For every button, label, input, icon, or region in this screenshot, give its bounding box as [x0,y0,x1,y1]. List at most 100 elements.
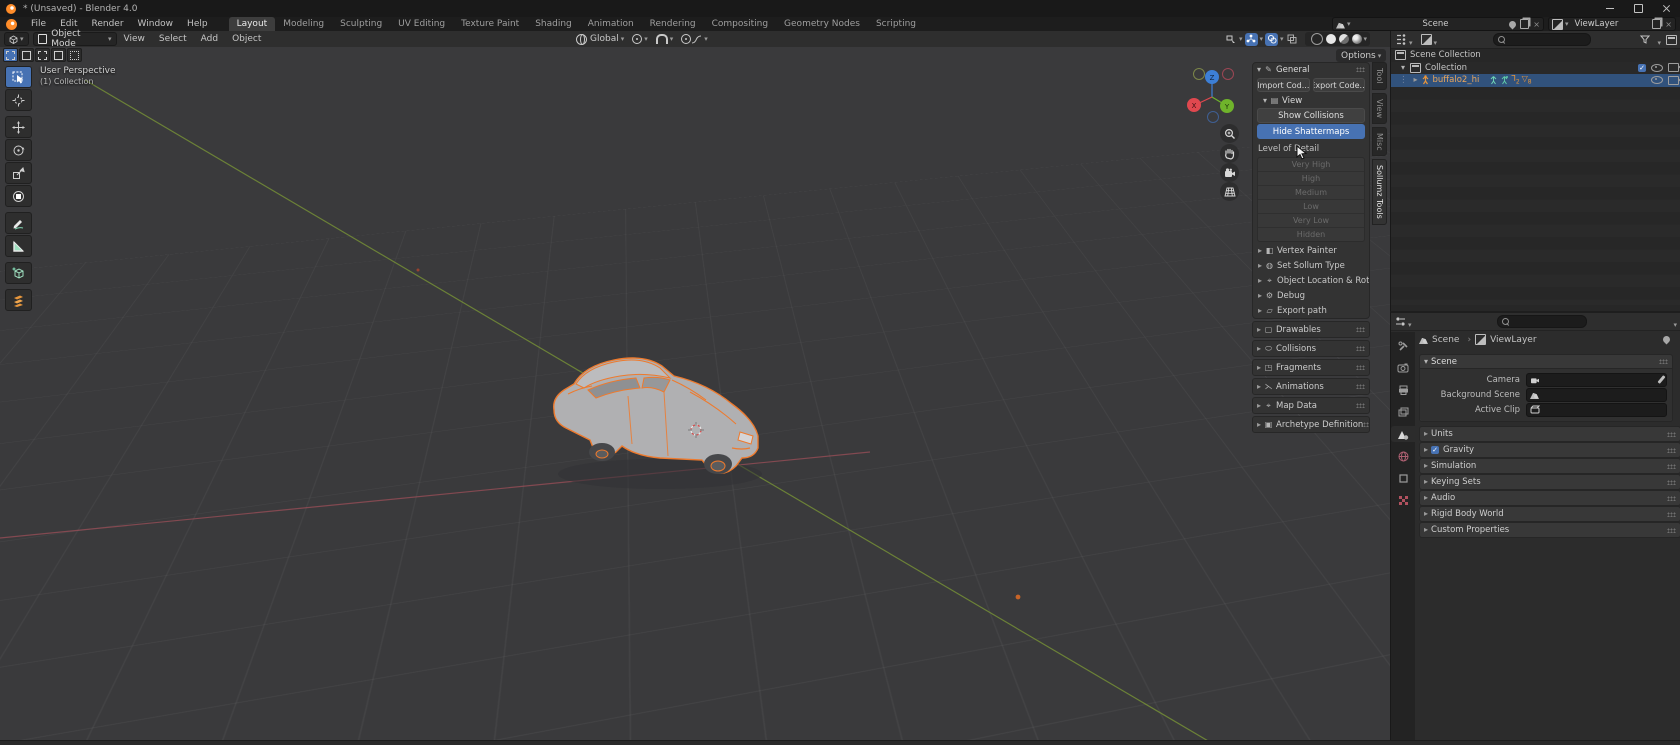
drawables-panel[interactable]: ▢ Drawables [1252,321,1370,338]
lod-low[interactable]: Low [1258,200,1364,214]
select-new-button[interactable] [3,48,18,62]
select-invert-button[interactable] [51,48,66,62]
workspace-tab-compositing[interactable]: Compositing [704,17,776,31]
add-cube-tool[interactable] [5,262,32,284]
background-scene-field[interactable] [1526,388,1667,402]
workspace-tab-sculpting[interactable]: Sculpting [332,17,390,31]
import-codewalker-button[interactable]: Import Cod... [1257,78,1310,92]
snap-dropdown[interactable] [648,34,674,44]
custom-properties-panel[interactable]: Custom Properties [1419,522,1680,538]
tool-tab[interactable] [1393,338,1413,354]
workspace-tab-animation[interactable]: Animation [580,17,642,31]
blender-menu-icon[interactable] [6,19,17,30]
navigation-gizmo[interactable]: Z X Y [1180,64,1244,128]
zoom-button[interactable] [1220,124,1239,143]
npanel-tab-view[interactable]: View [1372,93,1387,124]
lod-hidden[interactable]: Hidden [1258,228,1364,241]
collection-checkbox[interactable]: ✓ [1638,64,1646,72]
npanel-tab-sollumz-tools[interactable]: Sollumz Tools [1372,159,1387,225]
menu-viewport-select[interactable]: Select [152,32,194,46]
measure-tool[interactable] [5,235,32,257]
cursor-tool[interactable] [5,89,32,111]
unlink-scene-icon[interactable]: × [1533,20,1540,29]
audio-panel[interactable]: Audio [1419,490,1680,506]
output-tab[interactable] [1393,382,1413,398]
menu-viewport-object[interactable]: Object [225,32,268,46]
display-mode-dropdown[interactable] [1407,30,1413,49]
object-types-visibility-dropdown[interactable] [1224,33,1237,46]
fragments-panel[interactable]: ◳ Fragments [1252,359,1370,376]
camera-view-button[interactable] [1220,163,1239,182]
select-box-tool[interactable] [5,66,32,88]
npanel-tab-tool[interactable]: Tool [1372,62,1387,90]
overlays-toggle[interactable] [1265,33,1278,46]
properties-options-dropdown[interactable] [1671,312,1677,331]
workspace-tab-shading[interactable]: Shading [527,17,580,31]
object-tab[interactable] [1393,470,1413,486]
collisions-panel[interactable]: ⬭ Collisions [1252,340,1370,357]
sollumz-addon-tool[interactable] [5,289,32,311]
select-subtract-button[interactable] [35,48,50,62]
general-panel-header[interactable]: ✎ General [1253,63,1369,76]
outliner-row-collection[interactable]: Collection ✓ [1391,62,1680,75]
collection-render-icon[interactable] [1668,63,1679,72]
vertex-painter-subpanel[interactable]: ◧ Vertex Painter [1253,243,1369,258]
object-hide-icon[interactable] [1651,76,1663,84]
set-sollum-type-subpanel[interactable]: ◍ Set Sollum Type [1253,258,1369,273]
solid-shading-button[interactable] [1326,34,1336,44]
xray-toggle[interactable] [1286,33,1299,46]
view-subpanel-header[interactable]: ▤ View [1253,94,1369,107]
workspace-tab-geometry-nodes[interactable]: Geometry Nodes [776,17,868,31]
export-codewalker-button[interactable]: Export Code... [1313,78,1366,92]
scene-selector[interactable]: Scene × [1332,17,1544,31]
filter-funnel-icon[interactable] [1640,35,1650,44]
rigid-body-world-panel[interactable]: Rigid Body World [1419,506,1680,522]
rendered-shading-button[interactable] [1352,34,1362,44]
simulation-panel[interactable]: Simulation [1419,458,1680,474]
display-mode-icon[interactable] [1395,34,1407,45]
archetype-definition-panel[interactable]: ▣ Archetype Definition [1252,416,1370,433]
map-data-panel[interactable]: ⌖ Map Data [1252,397,1370,414]
annotate-tool[interactable] [5,212,32,234]
filter-id-icon[interactable] [1421,34,1432,45]
outliner-row-scene-collection[interactable]: Scene Collection [1391,49,1680,62]
pose-data-icon[interactable] [1500,75,1509,85]
remove-viewlayer-icon[interactable]: × [1665,20,1672,29]
material-preview-button[interactable] [1339,34,1349,44]
breadcrumb-viewlayer[interactable]: ViewLayer [1490,335,1536,345]
object-location-rotation-subpanel[interactable]: ⌖ Object Location & Rotati [1253,273,1369,288]
pin-id-icon[interactable] [1662,335,1672,345]
breadcrumb-scene[interactable]: Scene [1432,335,1459,345]
minimize-button[interactable] [1596,0,1624,17]
viewlayer-name[interactable]: ViewLayer [1575,19,1619,29]
menu-viewport-view[interactable]: View [117,32,152,46]
scene-dropdown-icon[interactable] [1345,19,1351,29]
active-clip-field[interactable] [1526,403,1667,417]
gizmos-toggle[interactable] [1245,33,1258,46]
transform-tool[interactable] [5,185,32,207]
car-model-buffalo2[interactable] [540,332,775,497]
scale-tool[interactable] [5,162,32,184]
view-layer-tab[interactable] [1393,404,1413,420]
scene-panel-header[interactable]: Scene [1420,355,1672,368]
lod-high[interactable]: High [1258,172,1364,186]
maximize-button[interactable] [1624,0,1652,17]
scene-tab[interactable] [1391,426,1415,442]
outliner-search[interactable] [1493,33,1591,46]
options-dropdown[interactable]: Options [1336,49,1386,62]
pan-button[interactable] [1220,144,1239,163]
gravity-checkbox[interactable]: ✓ [1431,446,1439,454]
close-button[interactable] [1652,0,1680,17]
select-intersect-button[interactable] [67,48,82,62]
world-tab[interactable] [1393,448,1413,464]
rotate-tool[interactable] [5,139,32,161]
new-scene-icon[interactable] [1520,19,1529,29]
workspace-tab-layout[interactable]: Layout [229,17,276,31]
outliner-row-buffalo2-hi[interactable]: ⋮ buffalo2_hi ⅂2 ▽8 [1391,74,1680,87]
render-tab[interactable] [1393,360,1413,376]
armature-data-icon[interactable] [1489,75,1498,85]
collection-hide-icon[interactable] [1651,64,1663,72]
camera-field[interactable] [1526,373,1667,387]
menu-file[interactable]: File [24,17,53,31]
workspace-tab-scripting[interactable]: Scripting [868,17,924,31]
